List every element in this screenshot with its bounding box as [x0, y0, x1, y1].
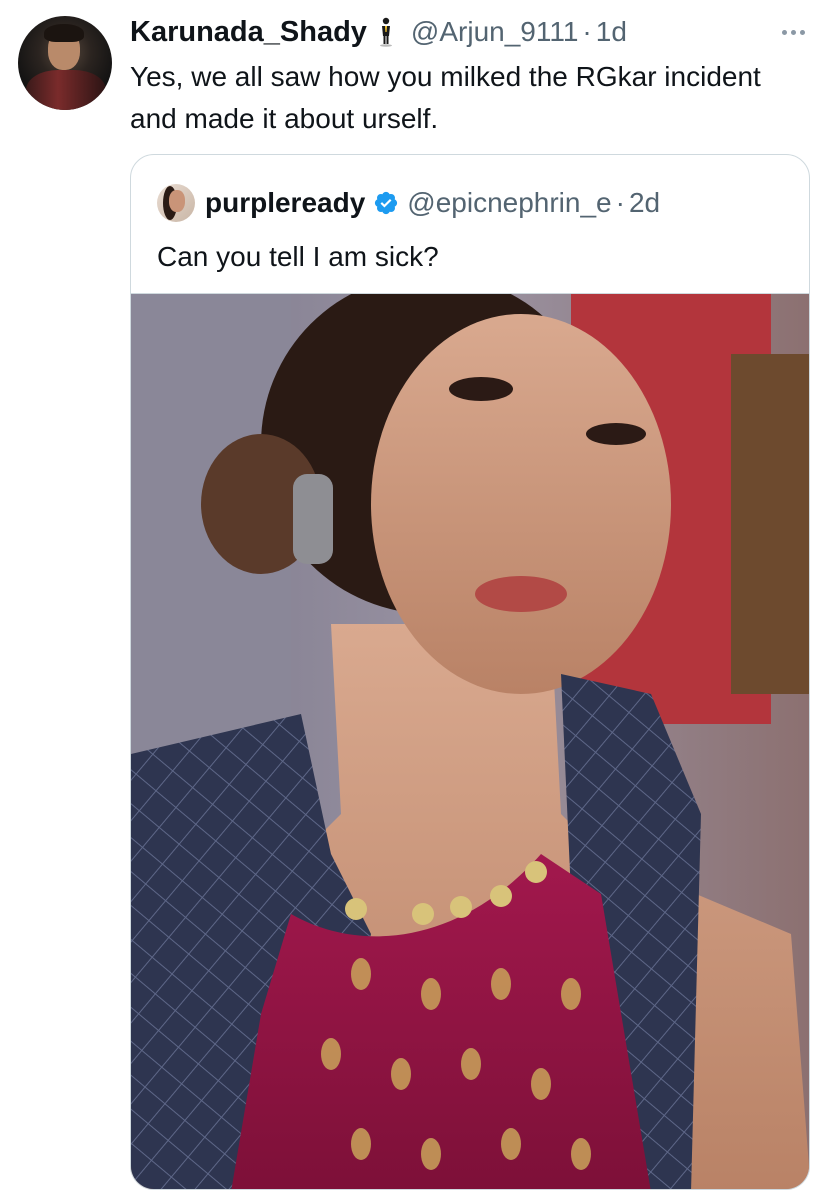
- tweet-header: Karunada_Shady @Arjun_9111 · 1d: [130, 12, 627, 52]
- quoted-timestamp[interactable]: 2d: [629, 187, 660, 219]
- quoted-author-avatar[interactable]: [157, 184, 195, 222]
- quoted-tweet-text: Can you tell I am sick?: [157, 241, 439, 272]
- author-handle[interactable]: @Arjun_9111: [411, 16, 579, 48]
- levitating-man-emoji-icon: [377, 17, 395, 47]
- separator-dot: ·: [615, 187, 625, 218]
- timestamp[interactable]: 1d: [596, 16, 627, 48]
- verified-badge-icon: [375, 191, 398, 215]
- quoted-author-handle[interactable]: @epicnephrin_e: [407, 187, 611, 219]
- author-name[interactable]: Karunada_Shady: [130, 16, 367, 49]
- tweet[interactable]: Karunada_Shady @Arjun_9111 · 1d Yes, we …: [0, 0, 828, 1194]
- quoted-tweet-header: purpleready @epicnephrin_e · 2d: [157, 183, 660, 223]
- quoted-tweet[interactable]: purpleready @epicnephrin_e · 2d Can you …: [130, 154, 810, 1190]
- quoted-tweet-photo[interactable]: [131, 293, 809, 1189]
- more-options-icon[interactable]: [776, 22, 810, 42]
- quoted-author-name[interactable]: purpleready: [205, 187, 365, 219]
- tweet-text: Yes, we all saw how you milked the RGkar…: [130, 61, 761, 134]
- author-avatar[interactable]: [18, 16, 112, 110]
- separator-dot: ·: [582, 16, 592, 47]
